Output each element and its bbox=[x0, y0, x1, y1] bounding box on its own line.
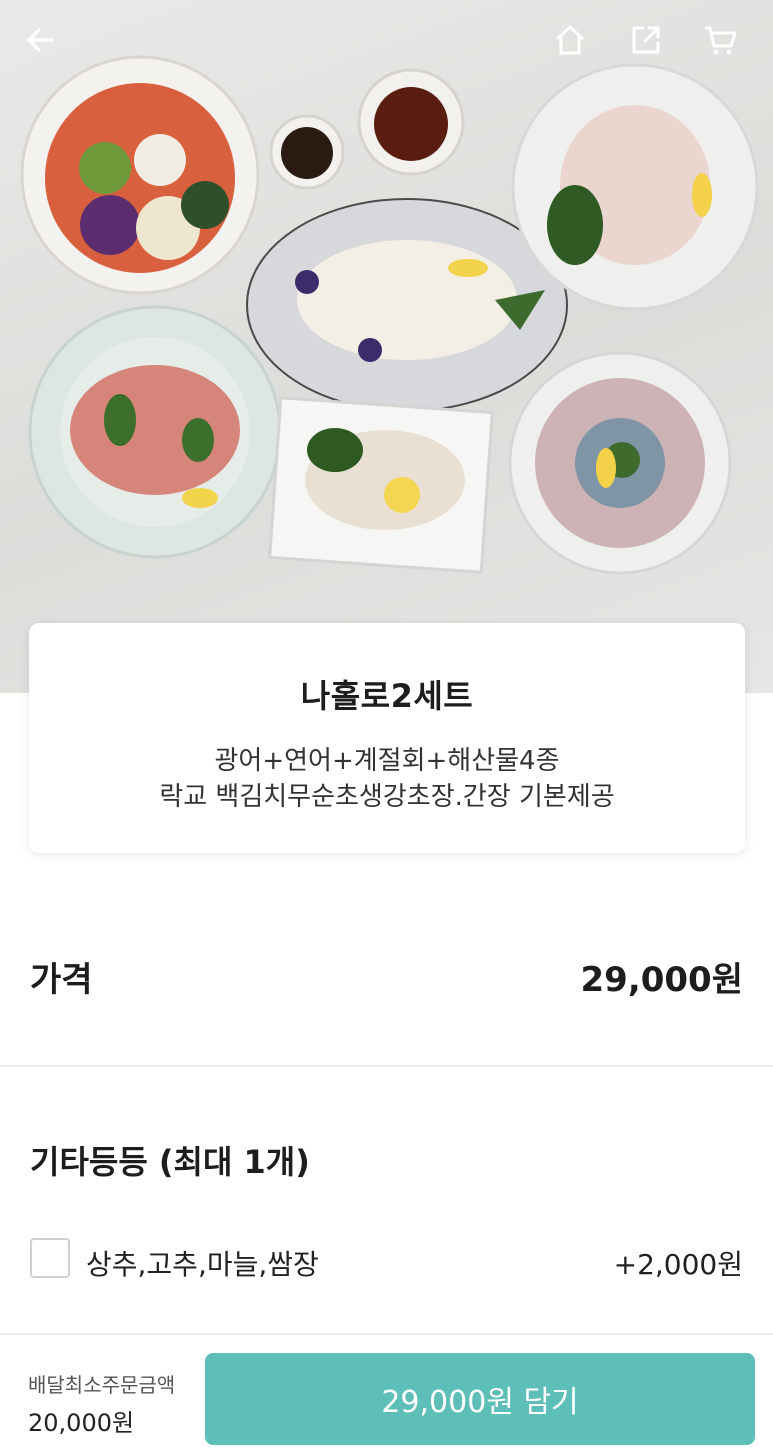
cart-button[interactable] bbox=[702, 22, 750, 70]
option-label: 상추,고추,마늘,쌈장 bbox=[86, 1248, 319, 1281]
home-button[interactable] bbox=[552, 22, 600, 70]
back-button[interactable] bbox=[22, 22, 70, 70]
share-button[interactable] bbox=[628, 22, 676, 70]
cart-icon bbox=[705, 26, 737, 55]
option-checkbox[interactable] bbox=[30, 1238, 70, 1278]
divider bbox=[0, 1065, 773, 1067]
min-order-label: 배달최소주문금액 bbox=[28, 1373, 176, 1397]
add-to-cart-button[interactable]: 29,000원 담기 bbox=[205, 1353, 755, 1445]
price-label: 가격 bbox=[30, 960, 93, 1000]
product-description: 광어+연어+계절회+해산물4종 락교 백김치무순초생강초장.간장 기본제공 bbox=[29, 743, 745, 815]
option-item[interactable]: 상추,고추,마늘,쌈장 +2,000원 bbox=[0, 1234, 773, 1286]
product-description-line-2: 락교 백김치무순초생강초장.간장 기본제공 bbox=[159, 782, 615, 812]
option-group-title: 기타등등 (최대 1개) bbox=[30, 1143, 310, 1181]
share-icon bbox=[632, 26, 660, 54]
back-arrow-icon bbox=[27, 28, 54, 52]
top-navigation-bar bbox=[0, 0, 773, 96]
option-price: +2,000원 bbox=[613, 1248, 743, 1281]
price-value: 29,000원 bbox=[580, 960, 743, 1000]
product-name: 나홀로2세트 bbox=[300, 677, 474, 715]
sashimi-platter-illustration bbox=[20, 55, 759, 575]
min-order-value: 20,000원 bbox=[28, 1409, 135, 1437]
product-info-card: 나홀로2세트 광어+연어+계절회+해산물4종 락교 백김치무순초생강초장.간장 … bbox=[29, 623, 745, 853]
price-row: 가격 29,000원 bbox=[0, 940, 773, 1020]
home-icon bbox=[555, 25, 585, 55]
product-description-line-1: 광어+연어+계절회+해산물4종 bbox=[214, 746, 560, 776]
bottom-order-bar: 배달최소주문금액 20,000원 29,000원 담기 bbox=[0, 1333, 773, 1453]
product-photo bbox=[0, 0, 773, 693]
